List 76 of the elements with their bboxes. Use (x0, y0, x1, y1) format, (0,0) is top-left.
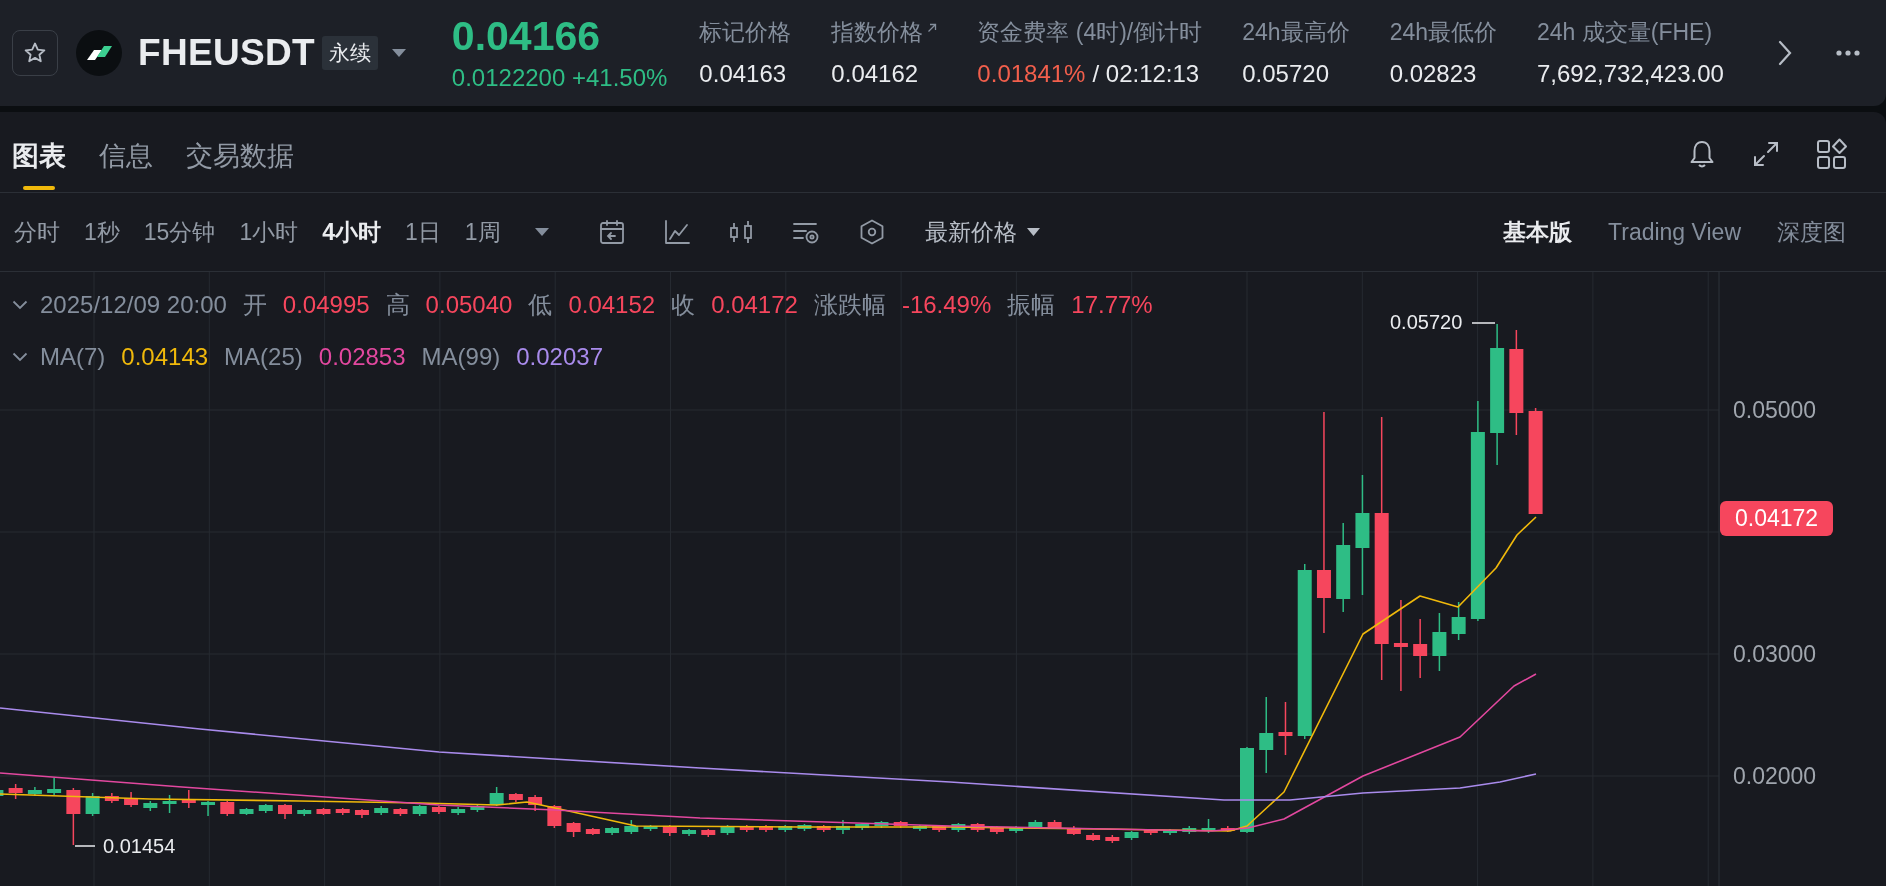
caret-icon[interactable] (534, 228, 549, 236)
low-price-label: 0.01454 (103, 834, 176, 859)
ohlc-label: 涨跌幅 (813, 290, 886, 320)
stat-value: 7,692,732,423.00 (1537, 58, 1724, 89)
ma-label: MA(7) (40, 343, 106, 371)
arrow-icon (927, 22, 938, 33)
stat-label: 资金费率 (4时)/倒计时 (977, 17, 1203, 46)
bell-icon[interactable] (1688, 139, 1716, 169)
tab[interactable]: 交易数据 (186, 112, 294, 192)
star-icon (23, 41, 47, 65)
ohlc-value: 0.04995 (282, 291, 370, 319)
ohlc-value: 0.04172 (711, 291, 798, 319)
caret-icon[interactable] (391, 49, 406, 57)
ohlc-value: 17.77% (1071, 291, 1153, 319)
interval-button[interactable]: 4小时 (322, 216, 381, 248)
chevron-right-icon[interactable] (1778, 40, 1792, 66)
stat-label: 指数价格 (831, 17, 924, 46)
ma-label: MA(25) (224, 343, 303, 371)
contract-badge: 永续 (321, 36, 378, 70)
view-toggle[interactable]: 深度图 (1777, 216, 1846, 248)
ma-value: 0.04143 (121, 343, 209, 371)
ellipsis-icon[interactable] (1836, 50, 1860, 56)
ohlc-label: 振幅 (1007, 290, 1056, 320)
view-toggle[interactable]: 基本版 (1503, 216, 1573, 248)
price-source-dropdown[interactable]: 最新价格 (924, 216, 1040, 248)
stat-value: 0.01841% (977, 58, 1086, 89)
interval-button[interactable]: 1秒 (84, 216, 120, 248)
ma-value: 0.02853 (318, 343, 406, 371)
ohlc-label: 低 (528, 290, 553, 320)
stat-label: 24h最高价 (1242, 17, 1350, 46)
expand-icon[interactable] (1752, 140, 1780, 168)
hexagon-icon[interactable] (858, 219, 885, 245)
price-axis-label: 0.02000 (1733, 762, 1817, 790)
price-axis-label: 0.03000 (1733, 640, 1817, 668)
tab[interactable]: 信息 (99, 112, 153, 192)
ma-value: 0.02037 (516, 343, 603, 371)
interval-button[interactable]: 1周 (464, 216, 501, 248)
ohlc-value: 0.04152 (568, 291, 656, 319)
interval-button[interactable]: 分时 (14, 216, 60, 248)
ohlc-label: 开 (242, 290, 267, 320)
chevron-down-icon[interactable] (12, 300, 28, 310)
calendar-icon[interactable] (598, 219, 625, 245)
stat-label: 24h 成交量(FHE) (1537, 17, 1713, 46)
high-price-label: 0.05720 (1390, 310, 1463, 335)
price-change: 0.0122200 +41.50% (451, 63, 668, 93)
stat-value: 0.04163 (699, 58, 787, 89)
ma-label: MA(99) (421, 343, 501, 371)
leader-line (1471, 322, 1496, 324)
view-toggle[interactable]: Trading View (1608, 216, 1741, 248)
countdown-value: / 02:12:13 (1092, 58, 1200, 89)
ohlc-label: 收 (671, 290, 696, 320)
interval-button[interactable]: 1小时 (239, 216, 299, 248)
interval-button[interactable]: 1日 (405, 216, 441, 248)
stat-value: 0.05720 (1242, 58, 1329, 89)
symbol-name: FHEUSDT (138, 32, 315, 74)
candle-time: 2025/12/09 20:00 (40, 291, 227, 319)
favorite-button[interactable] (12, 30, 58, 76)
stat-value: 0.02823 (1389, 58, 1477, 89)
line-chart-icon[interactable] (663, 219, 690, 245)
leader-line (74, 845, 96, 847)
logo-icon (76, 30, 122, 76)
ohlc-value: 0.05040 (425, 291, 513, 319)
stat-label: 24h最低价 (1389, 17, 1497, 46)
last-price-tag: 0.04172 (1720, 501, 1834, 536)
caret-icon (1026, 228, 1040, 236)
price-axis-label: 0.05000 (1733, 396, 1817, 424)
chevron-down-icon[interactable] (12, 352, 28, 362)
grid-icon[interactable] (1816, 138, 1848, 170)
last-price: 0.04166 (451, 13, 602, 59)
interval-button[interactable]: 15分钟 (143, 216, 216, 248)
tab[interactable]: 图表 (12, 112, 66, 192)
stat-label: 标记价格 (699, 17, 792, 46)
ohlc-value: -16.49% (901, 291, 992, 319)
candlestick-icon[interactable] (728, 219, 753, 245)
ohlc-label: 高 (385, 290, 410, 320)
stat-value: 0.04162 (831, 58, 919, 89)
